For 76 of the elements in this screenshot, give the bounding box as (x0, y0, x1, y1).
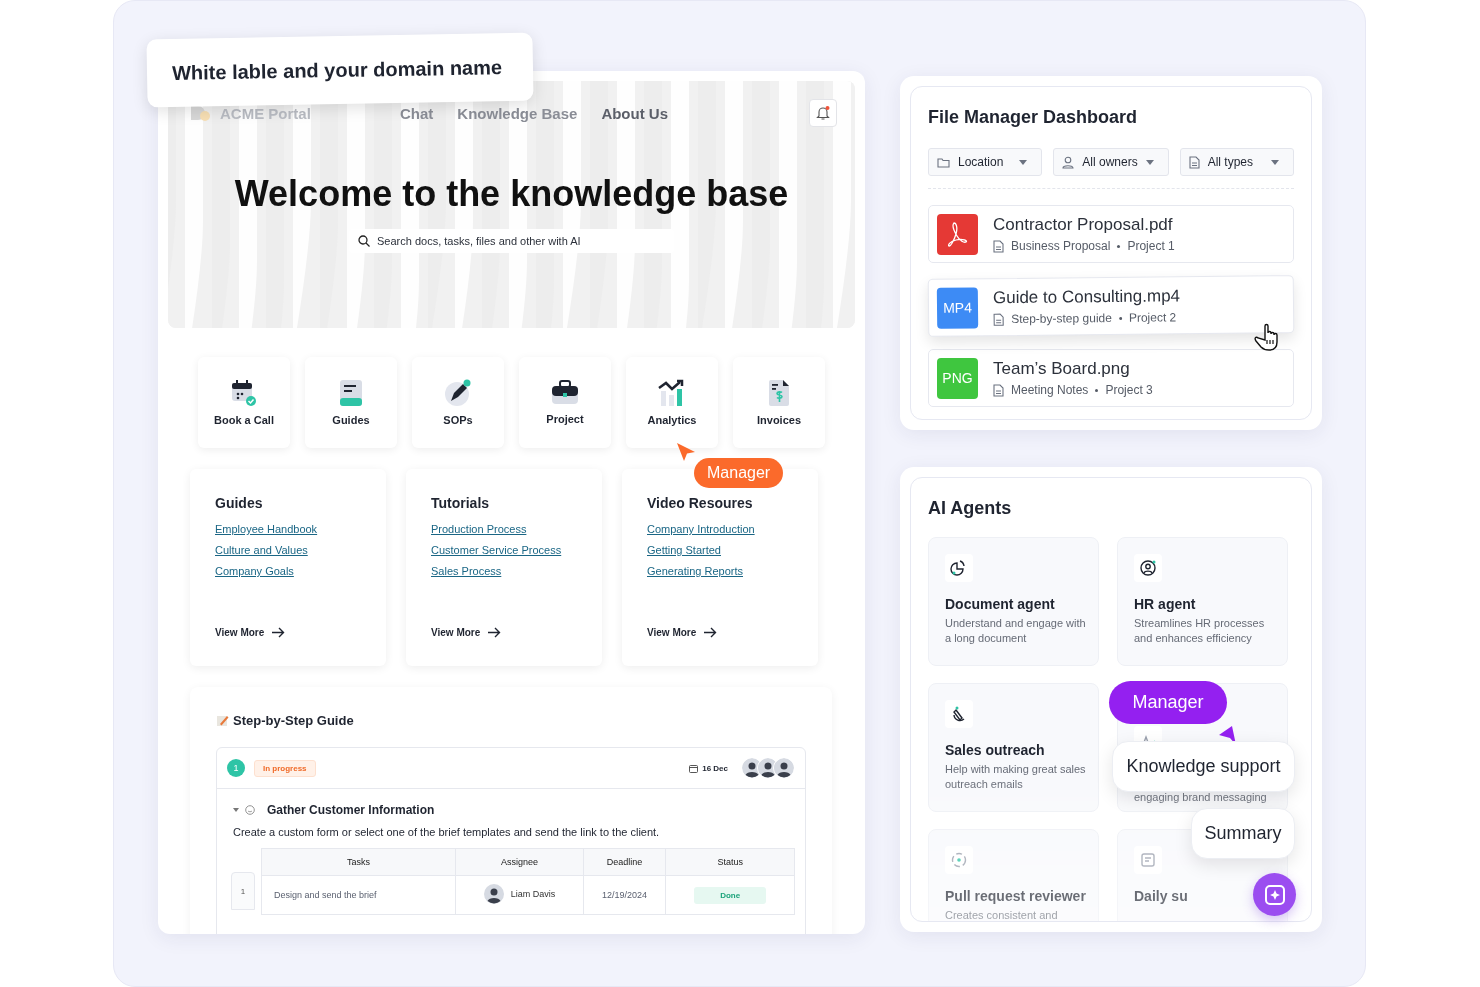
shortcut-tile[interactable]: Analytics (626, 357, 718, 448)
status-tag: In progress (254, 759, 316, 777)
nav-link[interactable]: About Us (601, 104, 669, 122)
hero-title: Welcome to the knowledge base (233, 173, 790, 215)
agent-description: engaging brand messaging (1134, 790, 1268, 805)
agent-name: HR agent (1134, 596, 1197, 612)
filter-dropdown[interactable]: All owners (1053, 148, 1169, 176)
step-number: 1 (227, 759, 245, 777)
agent-card[interactable]: HR agent Streamlines HR processes and enhances efficiency (1117, 537, 1288, 666)
resource-link[interactable]: Getting Started (647, 544, 721, 556)
resource-link[interactable]: Generating Reports (647, 565, 743, 577)
agent-card[interactable]: Sales outreach Help with making great sales outreach emails (928, 683, 1099, 812)
file-row[interactable]: Contractor Proposal.pdf Business Proposal Project 1 (928, 205, 1294, 263)
user-tooltip: Manager (1109, 681, 1227, 724)
suggestion-popup[interactable]: Knowledge support (1112, 741, 1295, 792)
filter-dropdown[interactable]: All types (1179, 148, 1294, 176)
file-name: Guide to Consulting.mp4 (992, 286, 1181, 309)
file-project: Project 2 (1128, 310, 1177, 325)
section-description: Create a custom form or select one of the brief templates and send the link to the client. (232, 825, 661, 838)
resource-link[interactable]: Sales Process (431, 565, 502, 577)
panel-title: File Manager Dashboard (928, 107, 1139, 128)
filter-dropdown[interactable]: Location (928, 148, 1043, 176)
column-header: Status (665, 848, 795, 876)
assignee-name: Liam Davis (510, 889, 556, 899)
column-header: Assignee (455, 848, 584, 876)
table-cell: Design and send the brief (261, 875, 456, 915)
resource-link[interactable]: Production Process (431, 523, 527, 535)
card-title: Video Resoures (647, 495, 754, 511)
shortcut-tile[interactable]: Book a Call (198, 357, 290, 448)
view-more-link[interactable]: View More (215, 627, 286, 638)
file-project: Project 3 (1105, 383, 1153, 397)
agent-description: Creates consistent and (945, 908, 1059, 921)
section-title: Gather Customer Information (267, 803, 435, 817)
agent-name: Daily su (1134, 888, 1189, 904)
shortcut-tile[interactable]: Guides (305, 357, 397, 448)
shortcut-tile[interactable]: Invoices (733, 357, 825, 448)
agent-description: Help with making great sales outreach emails (945, 762, 1086, 792)
file-row[interactable]: MP4 Guide to Consulting.mp4 Step-by-step guide Project 2 (927, 275, 1295, 337)
resource-link[interactable]: Company Goals (215, 565, 294, 577)
file-name: Contractor Proposal.pdf (993, 215, 1174, 235)
callout-label: White lable and your domain name (146, 32, 534, 108)
card-title: Tutorials (431, 495, 491, 511)
resource-link[interactable]: Employee Handbook (215, 523, 318, 535)
agent-name: Document agent (945, 596, 1056, 612)
agent-card[interactable]: Pull request reviewer Creates consistent and (928, 829, 1099, 921)
agent-name: Sales outreach (945, 742, 1046, 758)
shortcut-tile[interactable]: Project (519, 357, 611, 448)
file-project: Project 1 (1127, 239, 1175, 253)
agent-description: Streamlines HR processes and enhances efficiency (1134, 616, 1266, 646)
table-cell: 12/19/2024 (583, 875, 666, 915)
panel-title: AI Agents (928, 498, 1013, 519)
resource-link[interactable]: Culture and Values (215, 544, 308, 556)
resource-link[interactable]: Customer Service Process (431, 544, 562, 556)
agent-description: Understand and engage with a long document (945, 616, 1086, 646)
status-tag: Done (694, 887, 767, 904)
suggestion-popup[interactable]: Summary (1191, 808, 1295, 859)
card-title: Guides (215, 495, 264, 511)
agent-name: Pull request reviewer (945, 888, 1086, 904)
file-category: Meeting Notes (1011, 383, 1089, 397)
column-header: Deadline (583, 848, 666, 876)
file-type-badge: PNG (937, 357, 978, 399)
row-number: 1 (231, 872, 255, 910)
due-date: 16 Dec (702, 763, 728, 773)
guide-title: Step-by-Step Guide (233, 713, 354, 728)
file-row[interactable]: PNG Team’s Board.png Meeting Notes Project 3 (928, 349, 1294, 407)
resource-link[interactable]: Company Introduction (647, 523, 755, 535)
file-name: Team’s Board.png (993, 359, 1131, 379)
file-type-badge: MP4 (936, 286, 979, 329)
column-header: Tasks (261, 848, 456, 876)
view-more-link[interactable]: View More (647, 627, 718, 638)
shortcut-tile[interactable]: SOPs (412, 357, 504, 448)
view-more-link[interactable]: View More (431, 627, 502, 638)
file-category: Step-by-step guide (1011, 311, 1112, 327)
file-category: Business Proposal (1011, 239, 1111, 253)
user-tooltip: Manager (694, 458, 784, 488)
agent-card[interactable]: Document agent Understand and engage with a long document (928, 537, 1099, 666)
